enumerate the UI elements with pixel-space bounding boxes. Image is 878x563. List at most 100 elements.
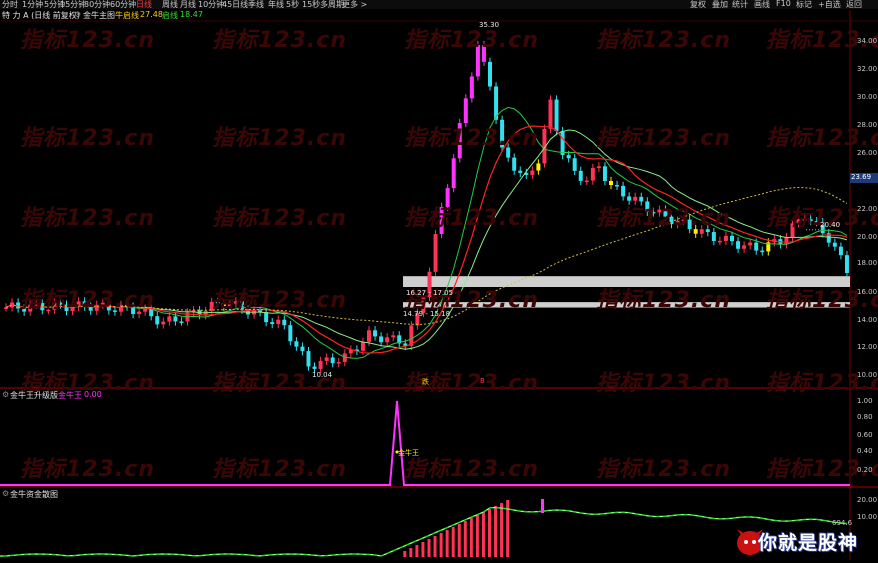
price-tick: 22.00 bbox=[857, 205, 878, 213]
recent-price-label: 20.40 bbox=[820, 221, 841, 229]
candle-body bbox=[300, 346, 305, 352]
capital-bar bbox=[481, 512, 485, 557]
candle-body bbox=[391, 335, 396, 338]
watermark-text: 指标123.cn bbox=[766, 288, 878, 313]
capital-peak-bar bbox=[541, 499, 544, 513]
panel3-tick: 10.00 bbox=[857, 513, 878, 521]
candle-body bbox=[179, 321, 184, 323]
watermark-text: 指标123.cn bbox=[20, 28, 155, 53]
panel2-tick: 0.60 bbox=[857, 431, 873, 439]
watermark-text: 指标123.cn bbox=[596, 126, 731, 151]
panel2-title[interactable]: 金牛王升级版 bbox=[10, 390, 58, 401]
candle-body bbox=[560, 131, 565, 156]
capital-bar bbox=[494, 506, 498, 557]
price-tick: 30.00 bbox=[857, 93, 878, 101]
capital-bar bbox=[457, 524, 461, 557]
watermark-text: 指标123.cn bbox=[404, 206, 539, 231]
watermark-text: 指标123.cn bbox=[20, 288, 155, 313]
panel2-value: 0.00 bbox=[84, 390, 102, 399]
candle-body bbox=[288, 325, 293, 342]
capital-bar bbox=[427, 539, 431, 557]
candle-body bbox=[590, 167, 595, 181]
candle-body bbox=[385, 337, 390, 343]
legend-label-2: 启线 bbox=[162, 11, 178, 20]
settings-icon[interactable]: ⚙ bbox=[2, 390, 9, 399]
candle-body bbox=[167, 316, 172, 322]
panel3-title[interactable]: 金牛资金散图 bbox=[10, 489, 58, 500]
candle-body bbox=[578, 170, 583, 181]
candle-body bbox=[723, 235, 728, 241]
panel3-tick: 20.00 bbox=[857, 496, 878, 504]
brand-logo: 你就是股神 bbox=[736, 526, 878, 560]
candle-body bbox=[360, 341, 365, 351]
candle-body bbox=[548, 99, 553, 129]
candle-body bbox=[330, 357, 335, 364]
signal-marker-1: 跌 bbox=[422, 378, 429, 386]
watermark-text: 指标123.cn bbox=[212, 28, 347, 53]
candle-body bbox=[615, 185, 620, 187]
watermark-text: 指标123.cn bbox=[596, 288, 731, 313]
logo-text: 你就是股神 bbox=[758, 532, 859, 554]
settings-icon[interactable]: ⚙ bbox=[74, 10, 81, 19]
legend-value-2: 18.47 bbox=[180, 10, 203, 19]
watermark-text: 指标123.cn bbox=[404, 457, 539, 482]
candle-body bbox=[488, 61, 492, 87]
capital-bar bbox=[445, 530, 449, 557]
candle-body bbox=[282, 319, 287, 326]
candle-body bbox=[844, 255, 849, 273]
watermark-text: 指标123.cn bbox=[596, 457, 731, 482]
price-tick: 12.00 bbox=[857, 343, 878, 351]
candle-body bbox=[621, 185, 626, 197]
watermark-text: 指标123.cn bbox=[596, 28, 731, 53]
price-tick: 16.00 bbox=[857, 288, 878, 296]
price-tick: 14.00 bbox=[857, 316, 878, 324]
capital-bar bbox=[409, 548, 413, 557]
watermark-text: 指标123.cn bbox=[404, 126, 539, 151]
panel2-tick: 0.40 bbox=[857, 447, 873, 455]
candle-body bbox=[512, 157, 517, 171]
legend-value-1: 27.48 bbox=[140, 10, 163, 19]
capital-bar bbox=[421, 542, 425, 557]
candle-body bbox=[367, 330, 371, 342]
candle-body bbox=[754, 242, 759, 251]
candle-body bbox=[155, 316, 160, 325]
capital-bar bbox=[415, 545, 419, 557]
candle-body bbox=[584, 180, 589, 183]
signal-marker-2: B bbox=[480, 377, 485, 385]
main-indicator-name[interactable]: 金牛主图 bbox=[83, 10, 115, 21]
candle-body bbox=[294, 341, 299, 347]
price-tick: 26.00 bbox=[857, 149, 878, 157]
candle-body bbox=[161, 321, 166, 325]
candle-body bbox=[784, 236, 789, 245]
candle-body bbox=[433, 234, 438, 272]
capital-bar bbox=[469, 518, 473, 557]
capital-bar bbox=[433, 536, 437, 557]
watermark-text: 指标123.cn bbox=[404, 28, 539, 53]
high-price-label: 35.30 bbox=[479, 21, 500, 29]
candle-body bbox=[518, 170, 523, 173]
panel2-indicator: 金牛王 bbox=[58, 391, 82, 400]
capital-bar bbox=[463, 521, 467, 557]
candle-body bbox=[324, 357, 329, 361]
price-tick: 34.00 bbox=[857, 37, 878, 45]
capital-bar bbox=[488, 509, 491, 557]
candle-body bbox=[742, 245, 747, 249]
price-tick: 32.00 bbox=[857, 65, 878, 73]
candle-body bbox=[717, 240, 722, 243]
candle-body bbox=[530, 170, 535, 175]
candle-body bbox=[609, 181, 613, 186]
candle-body bbox=[373, 330, 378, 337]
candle-body bbox=[596, 166, 601, 168]
watermark-text: 指标123.cn bbox=[212, 206, 347, 231]
candle-body bbox=[469, 76, 474, 99]
capital-bar bbox=[500, 503, 504, 557]
capital-bar bbox=[439, 533, 443, 557]
candle-body bbox=[566, 155, 571, 159]
candle-body bbox=[173, 316, 178, 322]
candle-body bbox=[336, 362, 341, 364]
panel2-tick: 1.00 bbox=[857, 397, 873, 405]
panel2-header: ⚙ 金牛王升级版 金牛王 0.00 bbox=[0, 390, 860, 400]
panel3-header: ⚙ 金牛资金散图 bbox=[0, 489, 860, 499]
settings-icon[interactable]: ⚙ bbox=[2, 489, 9, 498]
watermark-text: 指标123.cn bbox=[20, 206, 155, 231]
